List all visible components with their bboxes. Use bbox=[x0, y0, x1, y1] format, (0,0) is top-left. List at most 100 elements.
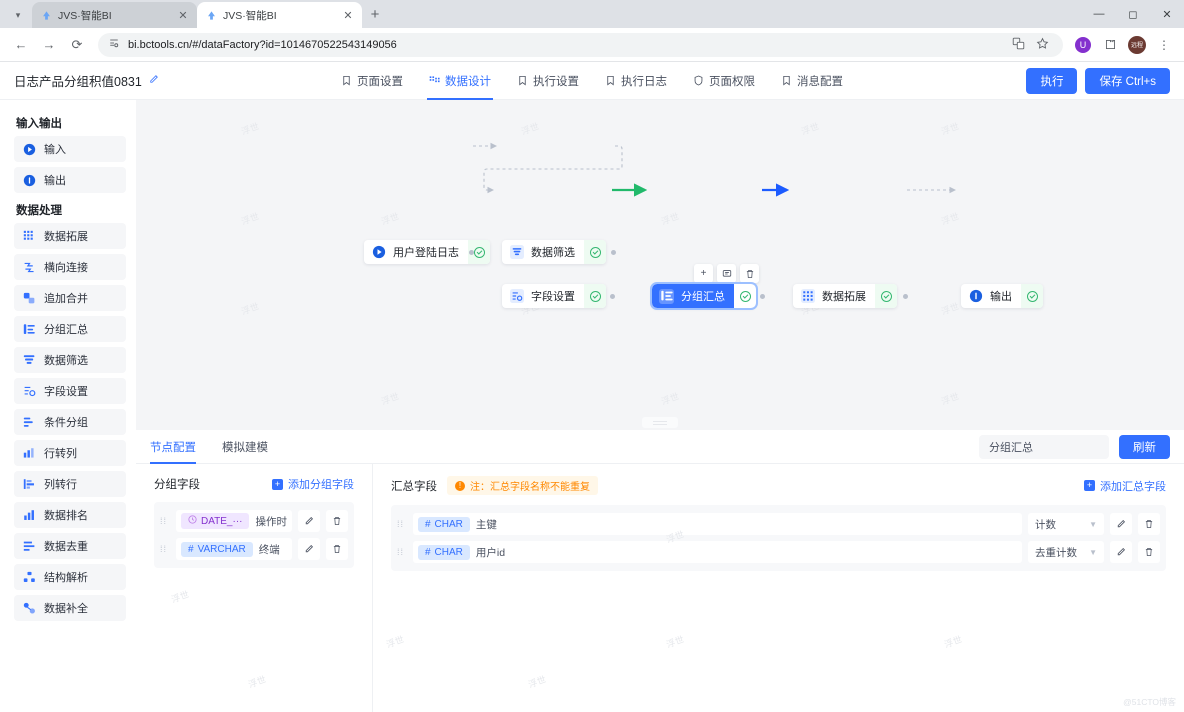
aggregate-select[interactable]: 去重计数 ▼ bbox=[1028, 541, 1104, 563]
group-field-row[interactable]: ⁞⁞ # VARCHAR 终端 bbox=[160, 538, 348, 560]
panel-resize-handle[interactable] bbox=[642, 417, 678, 428]
join-icon bbox=[23, 261, 36, 274]
flow-canvas[interactable]: 浮世 浮世 浮世 浮世 浮世 浮世 浮世 浮世 浮世 浮世 浮世 浮世 浮世 浮… bbox=[136, 100, 1184, 430]
aggregate-select[interactable]: 计数 ▼ bbox=[1028, 513, 1104, 535]
sidebar-item-row-to-column[interactable]: 行转列 bbox=[14, 440, 126, 466]
tab-data-design[interactable]: 数据设计 bbox=[427, 62, 493, 100]
star-icon[interactable] bbox=[1031, 37, 1053, 53]
summary-field-cell[interactable]: # CHAR 主键 bbox=[412, 513, 1022, 535]
drag-grip-icon[interactable]: ⁞⁞ bbox=[397, 519, 407, 528]
sidebar-item-data-expand[interactable]: 数据拓展 bbox=[14, 223, 126, 249]
flow-node-data-expand[interactable]: 数据拓展 bbox=[793, 284, 897, 308]
sidebar-item-column-to-row[interactable]: 列转行 bbox=[14, 471, 126, 497]
flow-node-output[interactable]: 输出 bbox=[961, 284, 1043, 308]
flow-node-data-filter[interactable]: 数据筛选 bbox=[502, 240, 606, 264]
back-icon[interactable]: ← bbox=[8, 32, 34, 58]
page-title: 日志产品分组积值0831 bbox=[14, 71, 159, 90]
sidebar-item-data-rank[interactable]: 数据排名 bbox=[14, 502, 126, 528]
run-button[interactable]: 执行 bbox=[1026, 67, 1078, 94]
sidebar-item-condition-group[interactable]: 条件分组 bbox=[14, 409, 126, 435]
sidebar-item-input[interactable]: 输入 bbox=[14, 136, 126, 162]
address-bar[interactable]: bi.bctools.cn/#/dataFactory?id=101467052… bbox=[98, 32, 1063, 57]
filter-icon bbox=[509, 245, 524, 260]
add-node-button[interactable]: + bbox=[694, 264, 713, 283]
close-icon[interactable]: ✕ bbox=[342, 9, 354, 22]
sidebar-item-field-settings[interactable]: 字段设置 bbox=[14, 378, 126, 404]
node-port[interactable] bbox=[903, 294, 908, 299]
browser-menu-icon[interactable]: ⋮ bbox=[1152, 33, 1176, 57]
add-summary-field-label: 添加汇总字段 bbox=[1100, 480, 1166, 493]
tab-search-icon[interactable]: ▾ bbox=[4, 3, 32, 27]
node-port[interactable] bbox=[610, 294, 615, 299]
delete-field-button[interactable] bbox=[1138, 513, 1160, 535]
close-window-button[interactable]: ✕ bbox=[1150, 0, 1184, 28]
sidebar-item-horizontal-join[interactable]: 横向连接 bbox=[14, 254, 126, 280]
group-field-cell[interactable]: DATE_··· 操作时 bbox=[176, 510, 292, 532]
group-field-cell[interactable]: # VARCHAR 终端 bbox=[176, 538, 292, 560]
node-name-input[interactable] bbox=[979, 434, 1109, 459]
canvas-watermark: 浮世 bbox=[800, 121, 821, 137]
node-port[interactable] bbox=[760, 294, 765, 299]
add-summary-field-button[interactable]: + 添加汇总字段 bbox=[1084, 478, 1166, 494]
extensions-puzzle-icon[interactable] bbox=[1098, 33, 1122, 57]
edit-field-button[interactable] bbox=[1110, 541, 1132, 563]
edit-field-button[interactable] bbox=[297, 510, 320, 532]
forward-icon[interactable]: → bbox=[36, 32, 62, 58]
browser-tab-2[interactable]: JVS·智能BI ✕ bbox=[197, 2, 362, 28]
add-group-field-button[interactable]: + 添加分组字段 bbox=[271, 476, 354, 492]
flow-node-field-settings[interactable]: 字段设置 bbox=[502, 284, 606, 308]
sidebar-item-group-aggregate[interactable]: 分组汇总 bbox=[14, 316, 126, 342]
sidebar-item-data-dedupe[interactable]: 数据去重 bbox=[14, 533, 126, 559]
group-field-row[interactable]: ⁞⁞ DATE_··· 操作时 bbox=[160, 510, 348, 532]
extension-badge-icon[interactable]: U bbox=[1071, 33, 1095, 57]
tab-message-config[interactable]: 消息配置 bbox=[779, 62, 845, 100]
edit-field-button[interactable] bbox=[297, 538, 320, 560]
delete-node-button[interactable] bbox=[740, 264, 759, 283]
close-icon[interactable]: ✕ bbox=[177, 9, 189, 22]
new-tab-button[interactable]: + bbox=[362, 1, 388, 27]
tab-page-permissions[interactable]: 页面权限 bbox=[691, 62, 757, 100]
flow-node-group-aggregate[interactable]: 分组汇总 bbox=[650, 282, 758, 310]
tab-exec-log[interactable]: 执行日志 bbox=[603, 62, 669, 100]
delete-field-button[interactable] bbox=[325, 510, 348, 532]
app-nav-tabs: 页面设置 数据设计 执行设置 执行日志 页面权限 消息配置 bbox=[339, 62, 845, 100]
omnibox-actions bbox=[1007, 37, 1053, 53]
tab-exec-settings[interactable]: 执行设置 bbox=[515, 62, 581, 100]
summary-field-row[interactable]: ⁞⁞ # CHAR 用户id 去重计数 ▼ bbox=[397, 541, 1160, 563]
tab-page-settings[interactable]: 页面设置 bbox=[339, 62, 405, 100]
translate-icon[interactable] bbox=[1007, 37, 1029, 53]
profile-avatar[interactable]: 远程 bbox=[1125, 33, 1149, 57]
sidebar-item-data-fill[interactable]: 数据补全 bbox=[14, 595, 126, 621]
sidebar-item-data-filter[interactable]: 数据筛选 bbox=[14, 347, 126, 373]
sidebar-item-structure-parse[interactable]: 结构解析 bbox=[14, 564, 126, 590]
node-port[interactable] bbox=[469, 250, 474, 255]
delete-field-button[interactable] bbox=[325, 538, 348, 560]
tab-node-config[interactable]: 节点配置 bbox=[150, 430, 196, 464]
minimize-button[interactable]: — bbox=[1082, 0, 1116, 28]
comment-button[interactable] bbox=[717, 264, 736, 283]
sidebar-item-output[interactable]: 输出 bbox=[14, 167, 126, 193]
browser-tab-1-title: JVS·智能BI bbox=[58, 9, 112, 22]
browser-tab-1[interactable]: JVS·智能BI ✕ bbox=[32, 2, 197, 28]
save-button[interactable]: 保存 Ctrl+s bbox=[1085, 67, 1170, 94]
pencil-icon[interactable] bbox=[148, 74, 159, 88]
edit-field-button[interactable] bbox=[1110, 513, 1132, 535]
flow-node-label: 数据筛选 bbox=[531, 247, 575, 259]
reload-icon[interactable]: ⟳ bbox=[64, 32, 90, 58]
sidebar-item-column-to-row-label: 列转行 bbox=[44, 479, 77, 491]
canvas-watermark: 浮世 bbox=[380, 211, 401, 227]
flow-node-label: 输出 bbox=[990, 291, 1012, 303]
delete-field-button[interactable] bbox=[1138, 541, 1160, 563]
node-port[interactable] bbox=[611, 250, 616, 255]
maximize-button[interactable]: ◻ bbox=[1116, 0, 1150, 28]
tab-simulation-modeling[interactable]: 模拟建模 bbox=[222, 430, 268, 464]
drag-grip-icon[interactable]: ⁞⁞ bbox=[160, 544, 170, 553]
drag-grip-icon[interactable]: ⁞⁞ bbox=[397, 547, 407, 556]
summary-field-row[interactable]: ⁞⁞ # CHAR 主键 计数 ▼ bbox=[397, 513, 1160, 535]
group-fields-list: ⁞⁞ DATE_··· 操作时 ⁞⁞ # VARCHAR 终端 bbox=[154, 502, 354, 568]
refresh-button[interactable]: 刷新 bbox=[1119, 434, 1170, 459]
summary-field-cell[interactable]: # CHAR 用户id bbox=[412, 541, 1022, 563]
site-settings-icon[interactable] bbox=[108, 37, 120, 52]
drag-grip-icon[interactable]: ⁞⁞ bbox=[160, 516, 170, 525]
sidebar-item-append-merge[interactable]: 追加合并 bbox=[14, 285, 126, 311]
